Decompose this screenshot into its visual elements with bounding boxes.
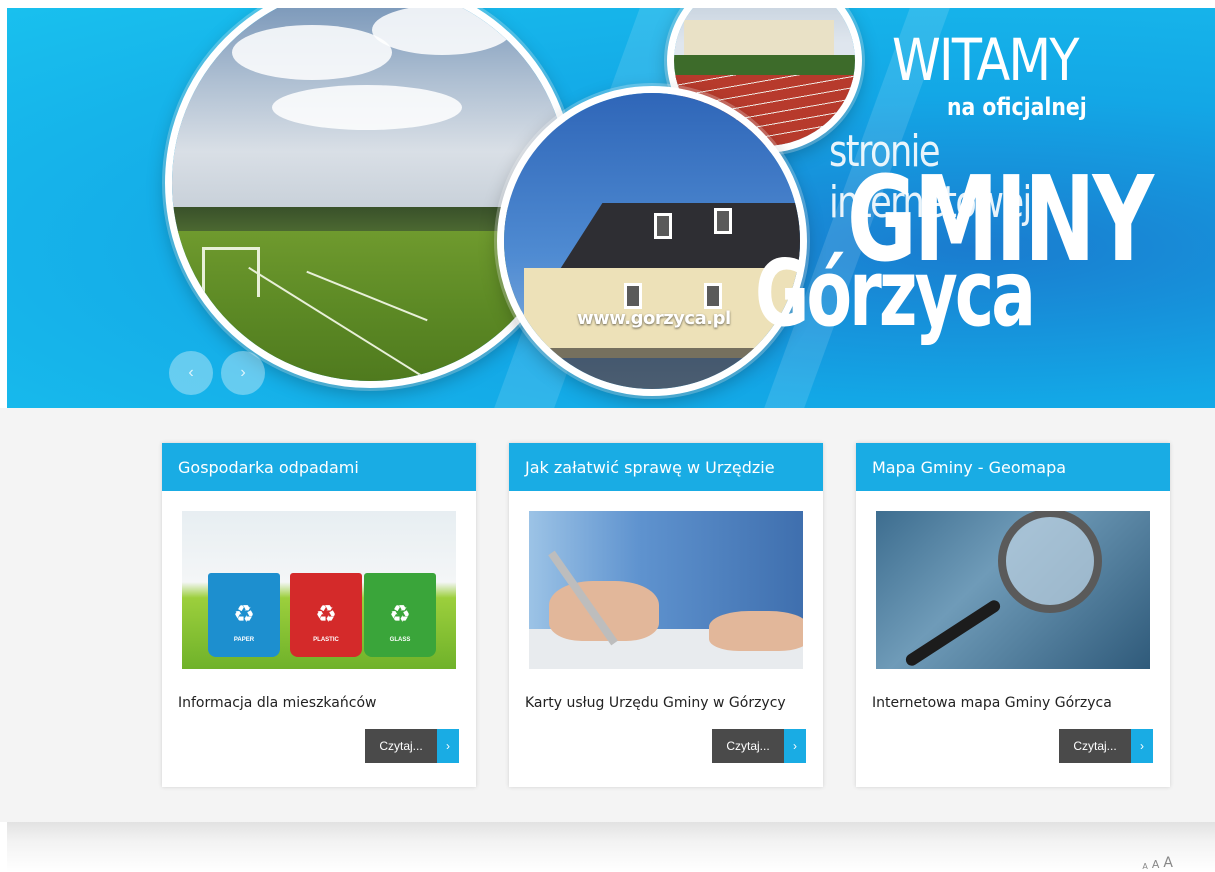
chevron-right-icon: ›	[437, 729, 459, 763]
card-title[interactable]: Gospodarka odpadami	[162, 443, 476, 491]
hero-banner: www.gorzyca.pl WITAMY na oficjalnej stro…	[7, 8, 1215, 408]
recycling-bins-image[interactable]: ♻ PAPER ♻ PLASTIC ♻ GLASS	[182, 511, 456, 669]
card-title[interactable]: Mapa Gminy - Geomapa	[856, 443, 1170, 491]
read-more-button[interactable]: Czytaj... ›	[712, 729, 806, 763]
footer-bar	[7, 822, 1215, 872]
font-size-medium-button[interactable]: A	[1152, 858, 1160, 871]
hero-subtitle-1: na oficjalnej	[947, 93, 1087, 121]
card-office-services: Jak załatwić sprawę w Urzędzie Karty usł…	[509, 443, 823, 787]
paper-bin: ♻ PAPER	[208, 573, 280, 657]
chevron-left-icon: ‹	[188, 364, 194, 381]
card-description: Internetowa mapa Gminy Górzyca	[872, 695, 1112, 711]
slider-next-button[interactable]: ›	[221, 351, 265, 395]
bin-label: PAPER	[233, 637, 255, 643]
map-magnifier-image[interactable]	[876, 511, 1150, 669]
chevron-right-icon: ›	[784, 729, 806, 763]
card-description: Informacja dla mieszkańców	[178, 695, 377, 711]
hero-title-gorzyca: Górzyca	[755, 240, 1036, 347]
read-more-button[interactable]: Czytaj... ›	[365, 729, 459, 763]
glass-bin: ♻ GLASS	[364, 573, 436, 657]
card-description: Karty usług Urzędu Gminy w Górzycy	[525, 695, 786, 711]
chevron-right-icon: ›	[240, 364, 246, 381]
card-municipal-map: Mapa Gminy - Geomapa Internetowa mapa Gm…	[856, 443, 1170, 787]
plastic-bin: ♻ PLASTIC	[290, 573, 362, 657]
read-more-label: Czytaj...	[712, 729, 784, 763]
read-more-button[interactable]: Czytaj... ›	[1059, 729, 1153, 763]
read-more-label: Czytaj...	[365, 729, 437, 763]
bin-label: PLASTIC	[313, 637, 339, 643]
bin-label: GLASS	[389, 637, 411, 643]
signing-document-image[interactable]	[529, 511, 803, 669]
card-waste-management: Gospodarka odpadami ♻ PAPER ♻ PLASTIC ♻ …	[162, 443, 476, 787]
recycle-icon: ♻	[315, 600, 337, 628]
card-title[interactable]: Jak załatwić sprawę w Urzędzie	[509, 443, 823, 491]
hero-url: www.gorzyca.pl	[577, 308, 731, 329]
read-more-label: Czytaj...	[1059, 729, 1131, 763]
font-size-controls: A A A	[1142, 855, 1173, 871]
recycle-icon: ♻	[389, 600, 411, 628]
font-size-small-button[interactable]: A	[1142, 862, 1147, 871]
chevron-right-icon: ›	[1131, 729, 1153, 763]
hero-welcome: WITAMY	[892, 26, 1079, 94]
font-size-large-button[interactable]: A	[1163, 855, 1173, 871]
slider-prev-button[interactable]: ‹	[169, 351, 213, 395]
recycle-icon: ♻	[233, 600, 255, 628]
